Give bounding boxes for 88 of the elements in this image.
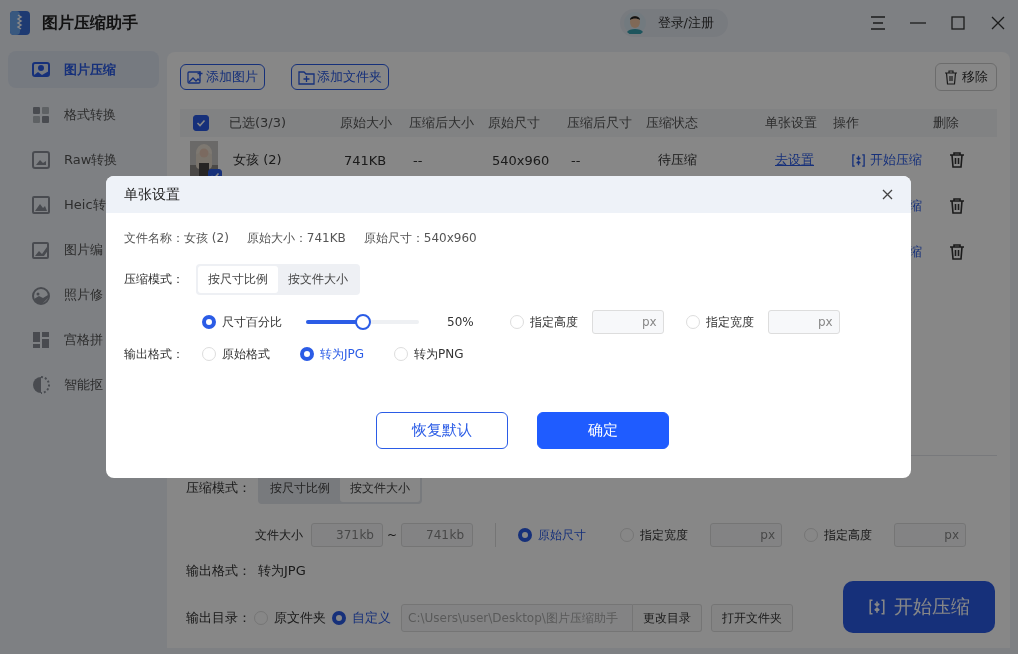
mode-tab[interactable]: 按尺寸比例 bbox=[260, 474, 340, 502]
start-compress-link[interactable]: 开始压缩 bbox=[870, 151, 922, 169]
trash-icon[interactable] bbox=[948, 243, 966, 261]
start-compress-button[interactable]: 开始压缩 bbox=[843, 581, 995, 633]
app-logo bbox=[8, 10, 32, 36]
column-header: 压缩状态 bbox=[646, 114, 699, 132]
column-header: 单张设置 bbox=[765, 114, 818, 132]
dimension-field[interactable]: px bbox=[894, 523, 967, 547]
option-label: 指定高度 bbox=[824, 526, 873, 544]
min-size-field[interactable]: 371kb bbox=[311, 523, 383, 547]
range-separator: ~ bbox=[387, 528, 398, 542]
dimension-field[interactable]: px bbox=[767, 310, 840, 334]
option-label: 指定宽度 bbox=[705, 313, 754, 331]
half-circle-icon bbox=[30, 373, 52, 396]
format-label: 输出格式： bbox=[186, 562, 252, 580]
reset-button[interactable]: 恢复默认 bbox=[376, 412, 508, 449]
add-folder-button[interactable]: 添加文件夹 bbox=[291, 64, 389, 90]
dimension-field[interactable]: px bbox=[710, 523, 783, 547]
mode-tab[interactable]: 按尺寸比例 bbox=[198, 266, 278, 293]
option-label: 尺寸百分比 bbox=[222, 313, 282, 331]
folder-add-icon bbox=[298, 69, 315, 85]
open-folder-button[interactable]: 打开文件夹 bbox=[711, 604, 793, 632]
column-header: 删除 bbox=[933, 114, 960, 132]
image-icon bbox=[30, 193, 52, 216]
dimension-field[interactable]: px bbox=[591, 310, 664, 334]
checkbox[interactable] bbox=[193, 115, 209, 131]
slider-reading: 50% bbox=[447, 315, 474, 329]
trash-icon[interactable] bbox=[948, 151, 966, 169]
format-label: 输出格式： bbox=[124, 345, 185, 363]
table-cell-text: 540x960 bbox=[491, 152, 551, 168]
add-image-button[interactable]: 添加图片 bbox=[180, 64, 265, 90]
avatar-icon bbox=[623, 12, 646, 34]
compress-icon bbox=[851, 152, 866, 168]
file-name: 女孩 (2) bbox=[232, 151, 283, 169]
close-icon[interactable] bbox=[991, 16, 1005, 30]
option-label: 原文件夹 bbox=[274, 609, 326, 627]
app-title: 图片压缩助手 bbox=[42, 12, 138, 34]
login-button[interactable]: 登录/注册 bbox=[619, 9, 728, 37]
column-header: 压缩后尺寸 bbox=[567, 114, 633, 132]
info-text: 文件名称：女孩 (2) bbox=[124, 229, 229, 247]
dialog-title: 单张设置 bbox=[124, 185, 180, 204]
close-icon[interactable] bbox=[882, 189, 893, 200]
radio-button[interactable] bbox=[332, 611, 346, 625]
option-label: 指定宽度 bbox=[640, 526, 689, 544]
column-header: 压缩后大小 bbox=[409, 114, 475, 132]
sidebar-item[interactable]: 图片压缩 bbox=[8, 51, 159, 88]
remove-button[interactable]: 移除 bbox=[935, 63, 997, 91]
image-add-icon bbox=[187, 69, 204, 85]
settings-link[interactable]: 去设置 bbox=[765, 151, 833, 169]
mode-label: 压缩模式： bbox=[186, 479, 252, 497]
sidebar-item[interactable]: 格式转换 bbox=[8, 96, 159, 133]
maximize-icon[interactable] bbox=[951, 16, 965, 30]
format-value: 转为JPG bbox=[258, 562, 306, 580]
radio-button[interactable] bbox=[202, 315, 216, 329]
status-text: 待压缩 bbox=[657, 151, 699, 169]
option-label: 转为JPG bbox=[320, 345, 365, 363]
output-label: 输出目录： bbox=[186, 609, 252, 627]
column-header: 原始大小 bbox=[340, 114, 393, 132]
radio-button[interactable] bbox=[300, 347, 314, 361]
menu-icon[interactable] bbox=[870, 16, 886, 30]
option-label: 原始尺寸 bbox=[538, 526, 587, 544]
sidebar-item[interactable]: 智能抠 bbox=[8, 366, 159, 403]
mode-tab[interactable]: 按文件大小 bbox=[278, 266, 358, 293]
table-cell-text: 741KB bbox=[343, 152, 388, 168]
column-header: 操作 bbox=[833, 114, 860, 132]
option-label: 原始格式 bbox=[222, 345, 270, 363]
max-size-field[interactable]: 741kb bbox=[401, 523, 474, 547]
size-slider[interactable] bbox=[306, 314, 419, 330]
mode-label: 压缩模式： bbox=[124, 271, 185, 288]
option-label: 转为PNG bbox=[414, 345, 464, 363]
confirm-button[interactable]: 确定 bbox=[537, 412, 669, 449]
option-label: 指定高度 bbox=[529, 313, 578, 331]
sidebar-item[interactable]: Raw转换 bbox=[8, 141, 159, 178]
trash-icon[interactable] bbox=[948, 197, 966, 215]
trash-icon bbox=[944, 69, 958, 85]
compress-icon bbox=[868, 598, 886, 616]
column-header: 已选(3/3) bbox=[229, 114, 288, 132]
option-label: 自定义 bbox=[352, 609, 391, 627]
table-cell-text: -- bbox=[570, 152, 582, 168]
column-header: 原始尺寸 bbox=[488, 114, 541, 132]
table-cell-text: -- bbox=[412, 152, 424, 168]
info-text: 原始大小：741KB bbox=[246, 229, 346, 247]
radio-button[interactable] bbox=[518, 528, 533, 542]
info-text: 原始尺寸：540x960 bbox=[363, 229, 477, 247]
change-directory-button[interactable]: 更改目录 bbox=[633, 604, 702, 632]
check-icon bbox=[196, 118, 206, 128]
image-icon bbox=[30, 148, 52, 171]
size-label: 文件大小 bbox=[255, 526, 303, 544]
